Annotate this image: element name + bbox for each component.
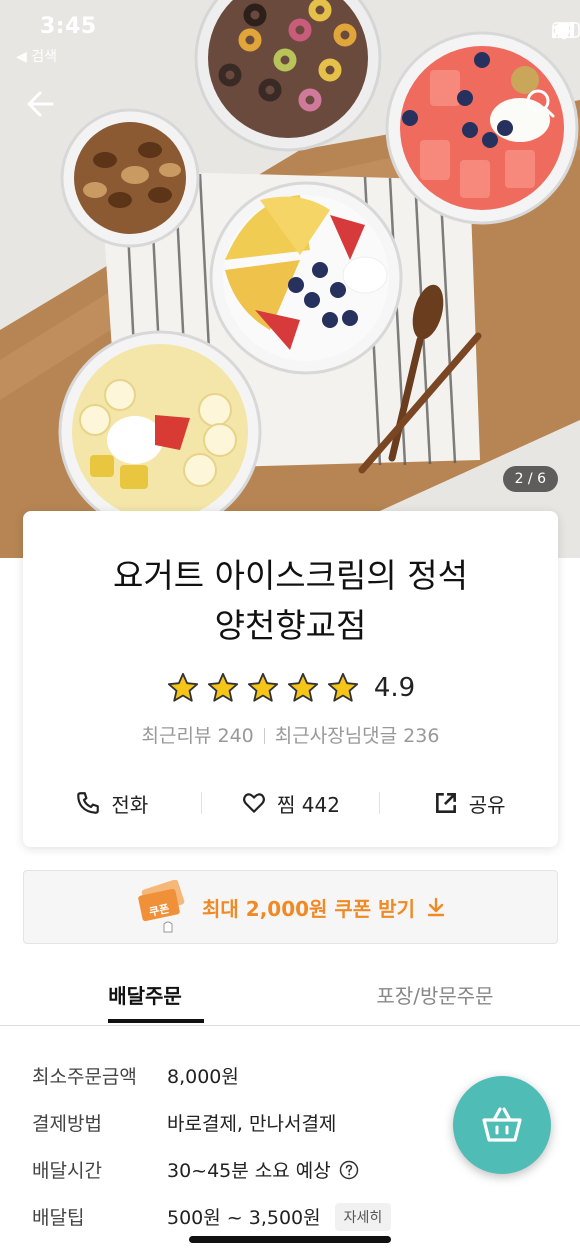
hero-photo[interactable]: 3:45 ◀ 검색 2 / 6 [0,0,580,558]
back-button[interactable] [22,84,62,124]
detail-label: 결제방법 [32,1113,102,1135]
store-name: 요거트 아이스크림의 정석 양천향교점 [23,551,558,651]
battery-icon [552,22,580,38]
heart-icon [243,793,265,813]
star-icon [167,672,198,702]
share-icon [435,793,456,813]
delivery-details: 최소주문금액 8,000원 결제방법 바로결제, 만나서결제 배달시간 30~4… [32,1052,452,1240]
detail-label: 최소주문금액 [32,1066,137,1088]
tab-pickup-label: 포장/방문주문 [376,984,494,1008]
tip-details-button[interactable]: 자세히 [334,1202,392,1231]
star-icon [207,672,238,702]
food-photo-illustration [0,0,580,558]
divider [263,728,265,744]
detail-value: 바로결제, 만나서결제 [167,1113,337,1135]
status-bar: 3:45 ◀ 검색 [0,0,580,70]
detail-value: 8,000원 [167,1066,239,1088]
owner-replies-count[interactable]: 최근사장님댓글 236 [275,725,440,747]
action-row: 전화 찜 442 공유 [23,781,558,825]
share-button[interactable]: 공유 [380,789,558,818]
share-label: 공유 [468,792,506,817]
call-button[interactable]: 전화 [23,789,201,818]
detail-row-delivery-tip: 배달팁 500원 ~ 3,500원 자세히 [32,1193,452,1240]
detail-label: 배달팁 [32,1207,85,1229]
basket-icon [482,1107,522,1142]
search-icon [526,89,555,118]
store-name-line1: 요거트 아이스크림의 정석 [113,556,468,595]
status-time: 3:45 [40,14,97,39]
favorite-label: 찜 442 [277,792,340,817]
search-button[interactable] [520,84,560,124]
favorite-button[interactable]: 찜 442 [202,789,380,818]
tab-pickup[interactable]: 포장/방문주문 [290,970,580,1025]
detail-value: 30~45분 소요 예상 [167,1160,331,1182]
recent-reviews-count[interactable]: 최근리뷰 240 [142,725,254,747]
detail-row-payment: 결제방법 바로결제, 만나서결제 [32,1099,452,1146]
help-circle-icon[interactable] [339,1160,359,1180]
rating-row[interactable]: 4.9 [23,671,558,705]
cart-button[interactable] [453,1076,551,1174]
coupon-ticket-icon: 쿠폰 [138,880,185,933]
star-icon [247,672,278,702]
detail-row-delivery-time: 배달시간 30~45분 소요 예상 [32,1146,452,1193]
coupon-label: 최대 2,000원 쿠폰 받기 [202,896,415,921]
phone-icon [77,792,100,814]
order-type-tabs: 배달주문 포장/방문주문 [0,970,580,1026]
detail-value-wrap: 500원 ~ 3,500원 자세히 [167,1202,392,1231]
detail-row-min-order: 최소주문금액 8,000원 [32,1052,452,1099]
star-icon [327,672,358,702]
detail-label: 배달시간 [32,1160,102,1182]
home-indicator[interactable] [189,1236,391,1243]
coupon-download-button[interactable]: 쿠폰 최대 2,000원 쿠폰 받기 [23,870,558,944]
rating-value: 4.9 [373,673,416,703]
star-icon [287,672,318,702]
back-arrow-icon [27,91,54,117]
store-info-card: 요거트 아이스크림의 정석 양천향교점 4.9 최근리뷰 240 최근사장님댓글 … [23,511,558,847]
tab-delivery[interactable]: 배달주문 [0,970,290,1025]
review-stats[interactable]: 최근리뷰 240 최근사장님댓글 236 [23,721,558,748]
photo-counter: 2 / 6 [502,466,558,492]
store-name-line2: 양천향교점 [214,606,367,645]
tab-delivery-label: 배달주문 [108,984,182,1008]
call-label: 전화 [111,792,149,817]
status-back-link[interactable]: ◀ 검색 [16,46,57,66]
download-arrow-icon [427,897,445,917]
detail-value-wrap: 30~45분 소요 예상 [167,1156,359,1183]
detail-value: 500원 ~ 3,500원 [167,1207,321,1229]
